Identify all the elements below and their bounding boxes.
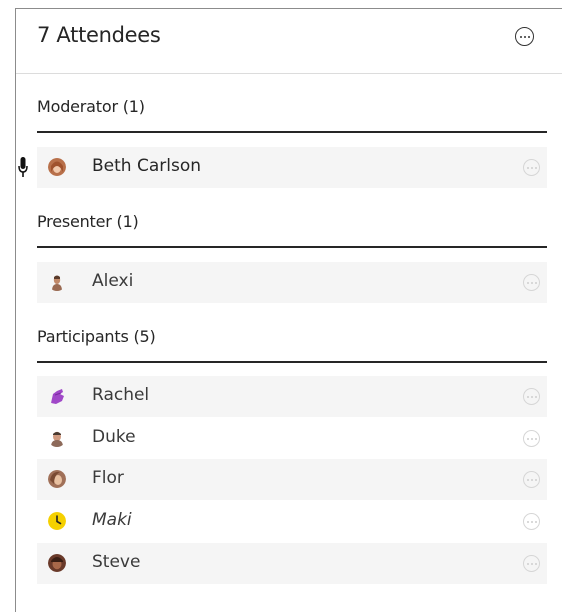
- attendee-row-flor[interactable]: Flor: [37, 459, 547, 500]
- row-more-options-icon[interactable]: [523, 159, 540, 176]
- moderator-label: Moderator (1): [37, 97, 145, 116]
- attendee-name: Steve: [92, 552, 141, 572]
- presenter-label: Presenter (1): [37, 212, 139, 231]
- row-more-options-icon[interactable]: [523, 430, 540, 447]
- attendee-row-alexi[interactable]: Alexi: [37, 262, 547, 303]
- moderator-section-heading: Moderator (1): [37, 95, 547, 133]
- participants-label: Participants (5): [37, 327, 156, 346]
- presenter-section-heading: Presenter (1): [37, 210, 547, 248]
- row-more-options-icon[interactable]: [523, 388, 540, 405]
- row-more-options-icon[interactable]: [523, 274, 540, 291]
- more-options-icon[interactable]: [515, 27, 534, 46]
- attendee-name: Duke: [92, 427, 136, 447]
- clock-icon: [48, 512, 66, 530]
- avatar-beth-carlson: [48, 158, 66, 176]
- attendee-count-title: 7 Attendees: [37, 23, 161, 47]
- hand-raised-icon: [51, 389, 64, 404]
- row-more-options-icon[interactable]: [523, 513, 540, 530]
- row-more-options-icon[interactable]: [523, 555, 540, 572]
- attendee-row-duke[interactable]: Duke: [37, 418, 547, 459]
- panel-header: 7 Attendees: [16, 9, 562, 74]
- avatar-steve: [48, 554, 66, 572]
- attendee-name: Flor: [92, 468, 124, 488]
- attendee-row-beth-carlson[interactable]: Beth Carlson: [18, 147, 547, 188]
- avatar-alexi: [52, 275, 62, 291]
- attendee-row-steve[interactable]: Steve: [37, 543, 547, 584]
- avatar-flor: [48, 470, 66, 488]
- avatar-duke: [51, 431, 63, 447]
- attendee-row-rachel[interactable]: Rachel: [37, 376, 547, 417]
- attendee-name: Maki: [92, 510, 132, 530]
- attendee-row-maki[interactable]: Maki: [37, 501, 547, 542]
- attendee-name: Beth Carlson: [92, 156, 201, 176]
- attendees-panel: 7 Attendees Moderator (1) Beth Carlson P…: [15, 8, 562, 612]
- participants-section-heading: Participants (5): [37, 325, 547, 363]
- attendee-name: Rachel: [92, 385, 150, 405]
- microphone-icon: [18, 157, 28, 177]
- row-more-options-icon[interactable]: [523, 471, 540, 488]
- attendee-name: Alexi: [92, 271, 134, 291]
